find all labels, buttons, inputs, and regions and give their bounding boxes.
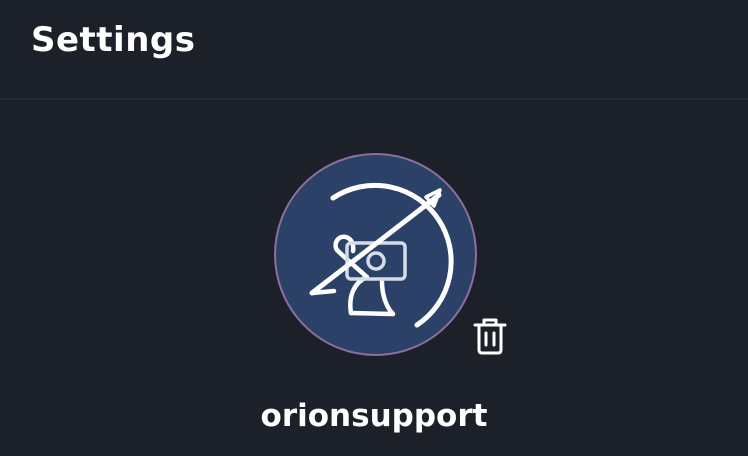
profile-username: orionsupport xyxy=(260,398,488,434)
app-header: Settings xyxy=(0,0,748,100)
trash-icon xyxy=(473,318,507,355)
delete-avatar-button[interactable] xyxy=(468,313,512,359)
page-title: Settings xyxy=(31,20,196,60)
profile-avatar[interactable] xyxy=(274,153,477,356)
no-camera-antelope-icon xyxy=(309,182,454,328)
